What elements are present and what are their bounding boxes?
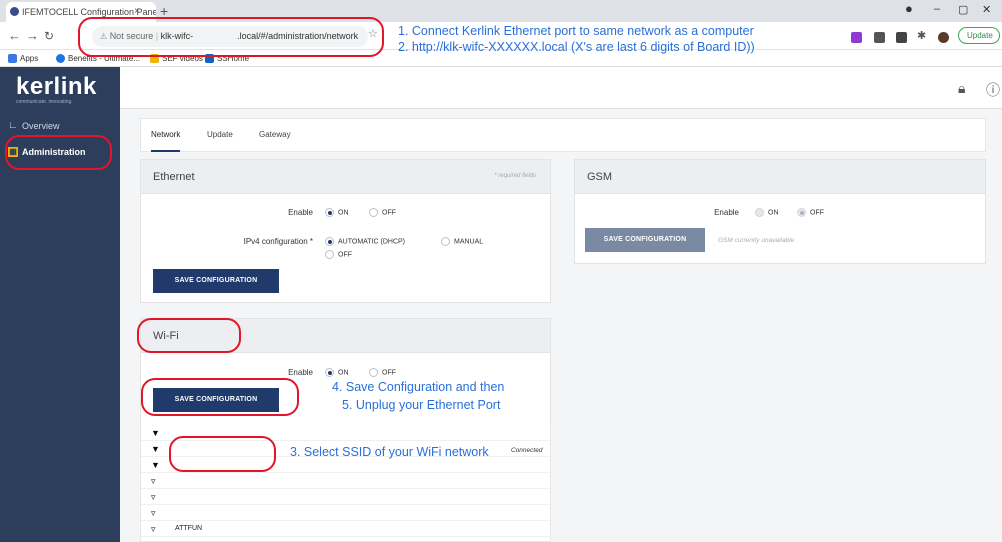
favicon-icon [10,7,19,16]
gsm-save-button: SAVE CONFIGURATION [585,228,705,252]
wifi-signal-icon: ▿ [151,508,156,518]
radio-checked-icon [325,208,334,217]
gsm-card: GSM Enable ON OFF SAVE CONFIGURATION GSM… [574,159,986,264]
bookmark-globe-icon [56,54,65,64]
tab-update[interactable]: Update [207,130,233,139]
minimize-button[interactable]: – [934,3,940,15]
wifi-signal-icon: ▼ [151,428,160,438]
list-item[interactable]: ▿ [141,505,552,521]
ethernet-card: Ethernet * required fields Enable ON OFF… [140,159,551,303]
reload-icon[interactable]: ↻ [44,29,54,43]
gsm-card-header: GSM [575,160,985,194]
apps-grid-icon [8,54,17,64]
ethernet-save-button[interactable]: SAVE CONFIGURATION [153,269,279,293]
gsm-enable-off: OFF [797,208,824,217]
ipv4-option-manual[interactable]: MANUAL [441,237,483,246]
radio-checked-icon [325,368,334,377]
wifi-signal-icon: ▼ [151,460,160,470]
annotation-step3: 3. Select SSID of your WiFi network [290,445,489,459]
annotation-step2: 2. http://klk-wifc-XXXXXX.local (X's are… [398,40,755,54]
window-close-button[interactable]: ✕ [982,3,991,16]
wifi-signal-icon: ▿ [151,476,156,486]
avatar[interactable] [938,32,949,43]
ipv4-option-dhcp[interactable]: AUTOMATIC (DHCP) [325,237,405,246]
ethernet-enable-label: Enable [288,208,313,217]
tab-gateway[interactable]: Gateway [259,130,291,139]
app-topbar [0,67,1002,109]
tab-network[interactable]: Network [151,130,181,152]
help-icon[interactable]: ⓘ [986,80,1000,100]
radio-unchecked-icon [369,208,378,217]
radio-unchecked-icon [441,237,450,246]
required-fields-note: * required fields [494,173,536,179]
browser-update-button[interactable]: Update [958,27,1000,44]
extension-icon-3[interactable] [896,32,907,43]
logo-tagline: communicate. innovating. [16,99,73,105]
ipv4-label: IPv4 configuration * [243,237,313,246]
annotation-step5: 5. Unplug your Ethernet Port [342,398,501,412]
gsm-title: GSM [587,171,613,183]
gsm-unavailable-note: GSM currently unavailable [718,237,795,244]
extension-icon-2[interactable] [874,32,885,43]
puzzle-icon[interactable]: ✱ [917,29,928,42]
logo-text: kerlink [16,73,97,100]
connected-status: Connected [511,447,543,454]
ipv4-option-off[interactable]: OFF [325,250,352,259]
highlight-ring-wifi-save [141,378,299,416]
screen: { "browser": { "tab_title": "IFEMTOCELL … [0,0,1002,542]
list-item[interactable]: ▿ [141,489,552,505]
wifi-enable-off[interactable]: OFF [369,368,396,377]
radio-unchecked-icon [325,250,334,259]
wifi-signal-icon: ▿ [151,492,156,502]
back-arrow-icon[interactable]: ← [8,29,21,43]
wifi-signal-icon: ▼ [151,444,160,454]
list-item[interactable]: ▿ ATTFUN [141,521,552,537]
highlight-ring-wifi-title [137,318,241,353]
radio-checked-icon [325,237,334,246]
highlight-ring-address [78,17,384,57]
radio-disabled-icon [755,208,764,217]
chart-icon: ∟ [8,120,18,131]
forward-arrow-icon[interactable]: → [26,29,39,43]
wifi-enable-on[interactable]: ON [325,368,349,377]
sidebar: ∟ Overview ▦ Administration [0,109,120,542]
admin-tabs: Network Update Gateway [140,118,986,152]
lock-icon[interactable]: 🔒︎ [958,80,965,97]
radio-unchecked-icon [369,368,378,377]
ethernet-enable-on[interactable]: ON [325,208,349,217]
profile-dot-icon[interactable]: ● [905,1,913,16]
radio-disabled-checked-icon [797,208,806,217]
kerlink-logo[interactable]: kerlink communicate. innovating. [0,67,120,109]
bookmark-apps[interactable]: Apps [8,54,38,64]
gsm-enable-on: ON [755,208,779,217]
list-item[interactable]: ▿ [141,473,552,489]
maximize-button[interactable]: ▢ [958,3,968,16]
highlight-ring-administration [5,135,112,170]
annotation-step1: 1. Connect Kerlink Ethernet port to same… [398,24,754,38]
annotation-step4: 4. Save Configuration and then [332,380,505,394]
tab-close-icon[interactable]: × [134,6,140,17]
ethernet-title: Ethernet [153,171,195,183]
gsm-enable-label: Enable [714,208,739,217]
ethernet-enable-off[interactable]: OFF [369,208,396,217]
wifi-signal-icon: ▿ [151,524,156,534]
wifi-enable-label: Enable [288,368,313,377]
ethernet-card-header: Ethernet * required fields [141,160,550,194]
highlight-ring-ssid [169,436,276,472]
extension-icon-1[interactable] [851,32,862,43]
